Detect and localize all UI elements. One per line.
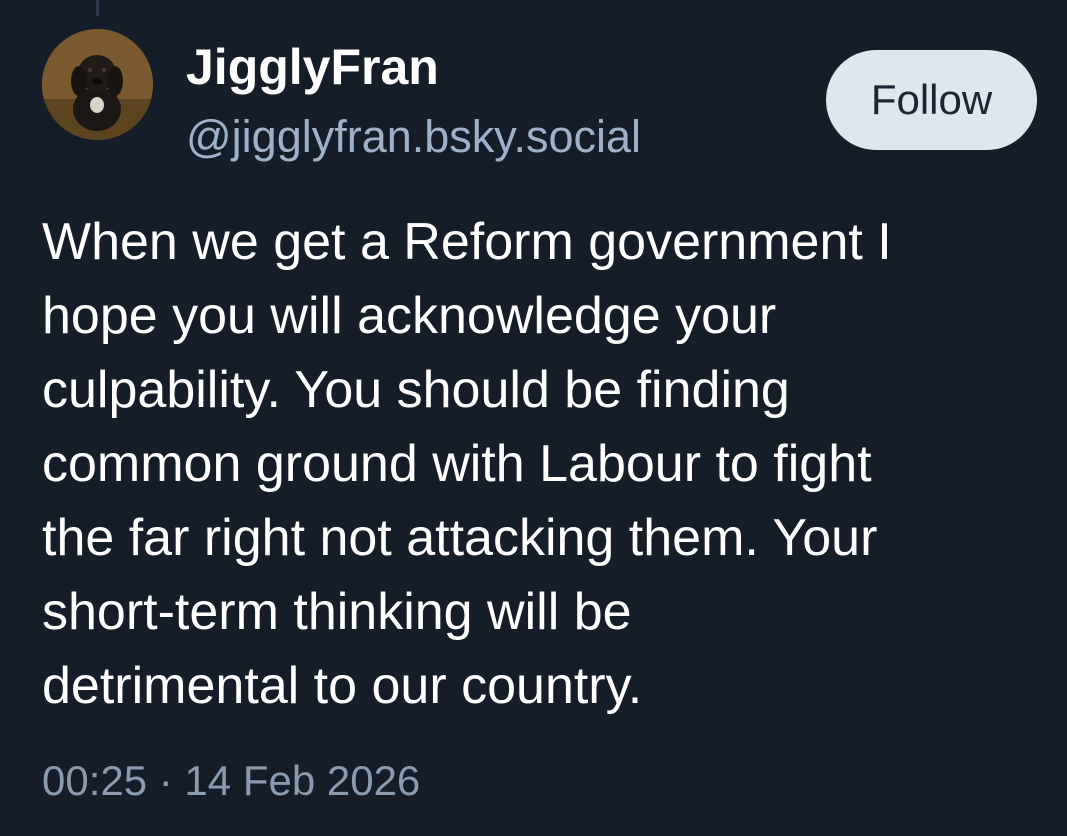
dog-avatar-icon — [42, 29, 153, 140]
post-text-line: the far right not attacking them. Your — [42, 509, 878, 567]
post-timestamp[interactable]: 00:25 · 14 Feb 2026 — [42, 752, 420, 810]
post-text-line: detrimental to our country. — [42, 657, 643, 715]
thread-connector-line — [96, 0, 99, 16]
follow-button[interactable]: Follow — [826, 50, 1037, 150]
post-text-line: short-term thinking will be — [42, 583, 632, 641]
post-text-line: common ground with Labour to fight — [42, 435, 872, 493]
author-handle[interactable]: @jigglyfran.bsky.social — [186, 108, 641, 166]
post-text-line: When we get a Reform government I — [42, 213, 892, 271]
post-text: When we get a Reform government I hope y… — [42, 205, 1042, 723]
post-text-line: culpability. You should be finding — [42, 361, 790, 419]
avatar[interactable] — [42, 29, 153, 140]
post-text-line: hope you will acknowledge your — [42, 287, 777, 345]
author-display-name[interactable]: JigglyFran — [186, 36, 439, 98]
